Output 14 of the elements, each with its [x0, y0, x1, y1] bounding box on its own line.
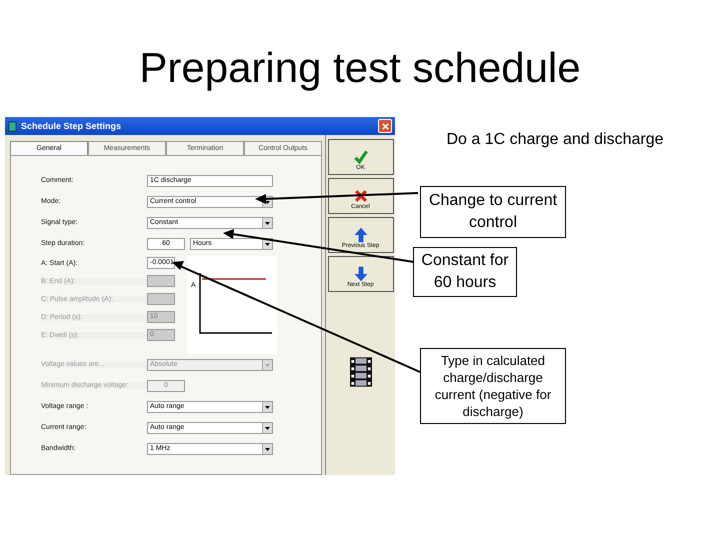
close-icon	[380, 122, 390, 130]
check-icon	[352, 149, 368, 165]
callout-text: Constant for 60 hours	[413, 247, 517, 297]
cross-icon	[352, 188, 368, 204]
film-strip-icon	[350, 357, 372, 387]
callout-text: Do a 1C charge and discharge	[445, 130, 665, 150]
slide-title: Preparing test schedule	[138, 43, 582, 93]
close-button[interactable]	[378, 119, 392, 133]
callout-text: Type in calculated charge/discharge current (negative for discharge)	[420, 348, 566, 424]
up-arrow-icon	[352, 227, 368, 243]
down-arrow-icon	[352, 266, 368, 282]
app-icon	[8, 120, 17, 132]
window-title: Schedule Step Settings	[21, 121, 122, 131]
callout-text: Change to current control	[420, 186, 566, 238]
